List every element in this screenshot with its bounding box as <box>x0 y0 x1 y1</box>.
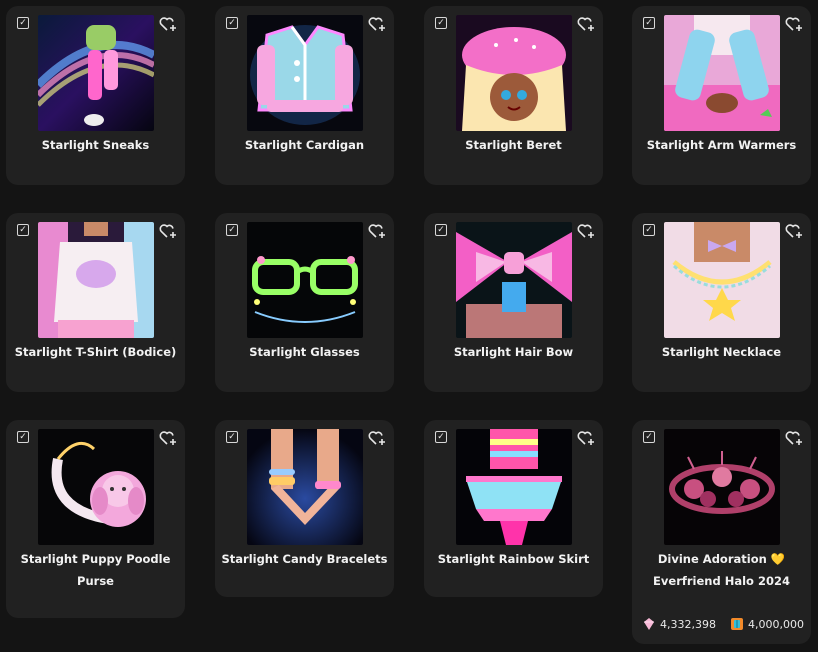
item-card[interactable]: ✓ Starlight Glasses <box>215 213 394 392</box>
select-checkbox-icon[interactable]: ✓ <box>226 224 238 236</box>
heart-plus-icon[interactable] <box>368 430 386 446</box>
item-name[interactable]: Starlight Hair Bow <box>428 341 599 363</box>
item-thumbnail[interactable] <box>664 222 780 338</box>
item-thumbnail[interactable] <box>456 15 572 131</box>
select-checkbox-icon[interactable]: ✓ <box>435 431 447 443</box>
item-thumbnail[interactable] <box>456 429 572 545</box>
pink-diamond-icon <box>642 617 656 631</box>
select-checkbox-icon[interactable]: ✓ <box>643 224 655 236</box>
heart-plus-icon[interactable] <box>368 223 386 239</box>
item-thumbnail[interactable] <box>38 15 154 131</box>
item-card[interactable]: ✓ Starlight Hair Bow <box>424 213 603 392</box>
item-price: 4,332,398 4,000,000 <box>642 617 804 631</box>
item-name[interactable]: Starlight Arm Warmers <box>636 134 807 156</box>
item-thumbnail[interactable] <box>664 15 780 131</box>
item-name[interactable]: Starlight Candy Bracelets <box>219 548 390 570</box>
heart-plus-icon[interactable] <box>159 223 177 239</box>
item-thumbnail[interactable] <box>38 429 154 545</box>
item-thumbnail[interactable] <box>664 429 780 545</box>
item-card[interactable]: ✓ Starlight T-Shirt (Bodice) <box>6 213 185 392</box>
item-card[interactable]: ✓ Starlight Necklace <box>632 213 811 392</box>
item-card[interactable]: ✓ Starlight Puppy Poodle Purse <box>6 420 185 618</box>
item-name[interactable]: Starlight Glasses <box>219 341 390 363</box>
item-card[interactable]: ✓ Starlight Rainbow Skirt <box>424 420 603 597</box>
select-checkbox-icon[interactable]: ✓ <box>643 17 655 29</box>
heart-plus-icon[interactable] <box>159 430 177 446</box>
select-checkbox-icon[interactable]: ✓ <box>17 17 29 29</box>
item-name[interactable]: Divine Adoration 💛 Everfriend Halo 2024 <box>636 548 807 592</box>
item-name[interactable]: Starlight Cardigan <box>219 134 390 156</box>
item-name[interactable]: Starlight Sneaks <box>10 134 181 156</box>
heart-plus-icon[interactable] <box>785 430 803 446</box>
item-name[interactable]: Starlight Puppy Poodle Purse <box>10 548 181 592</box>
heart-plus-icon[interactable] <box>159 16 177 32</box>
heart-plus-icon[interactable] <box>577 223 595 239</box>
heart-plus-icon[interactable] <box>785 16 803 32</box>
item-name[interactable]: Starlight Beret <box>428 134 599 156</box>
select-checkbox-icon[interactable]: ✓ <box>226 17 238 29</box>
select-checkbox-icon[interactable]: ✓ <box>435 224 447 236</box>
halo-token-icon <box>730 617 744 631</box>
item-card[interactable]: ✓ Starlight Arm Warmers <box>632 6 811 185</box>
select-checkbox-icon[interactable]: ✓ <box>17 431 29 443</box>
item-thumbnail[interactable] <box>247 15 363 131</box>
item-thumbnail[interactable] <box>38 222 154 338</box>
item-thumbnail[interactable] <box>456 222 572 338</box>
item-card[interactable]: ✓ Starlight Cardigan <box>215 6 394 185</box>
heart-plus-icon[interactable] <box>577 16 595 32</box>
select-checkbox-icon[interactable]: ✓ <box>435 17 447 29</box>
item-thumbnail[interactable] <box>247 222 363 338</box>
heart-plus-icon[interactable] <box>785 223 803 239</box>
select-checkbox-icon[interactable]: ✓ <box>643 431 655 443</box>
item-card[interactable]: ✓ Starlight Candy Bracelets <box>215 420 394 597</box>
item-name[interactable]: Starlight T-Shirt (Bodice) <box>10 341 181 363</box>
item-name[interactable]: Starlight Necklace <box>636 341 807 363</box>
item-card[interactable]: ✓ Starlight Sneaks <box>6 6 185 185</box>
heart-plus-icon[interactable] <box>577 430 595 446</box>
item-name[interactable]: Starlight Rainbow Skirt <box>428 548 599 570</box>
heart-plus-icon[interactable] <box>368 16 386 32</box>
item-thumbnail[interactable] <box>247 429 363 545</box>
select-checkbox-icon[interactable]: ✓ <box>226 431 238 443</box>
item-card[interactable]: ✓ Starlight Beret <box>424 6 603 185</box>
item-card[interactable]: ✓ Divine Adoration 💛 Everfriend Halo 202… <box>632 420 811 644</box>
price-secondary: 4,000,000 <box>747 617 804 631</box>
select-checkbox-icon[interactable]: ✓ <box>17 224 29 236</box>
price-primary: 4,332,398 <box>660 617 716 631</box>
